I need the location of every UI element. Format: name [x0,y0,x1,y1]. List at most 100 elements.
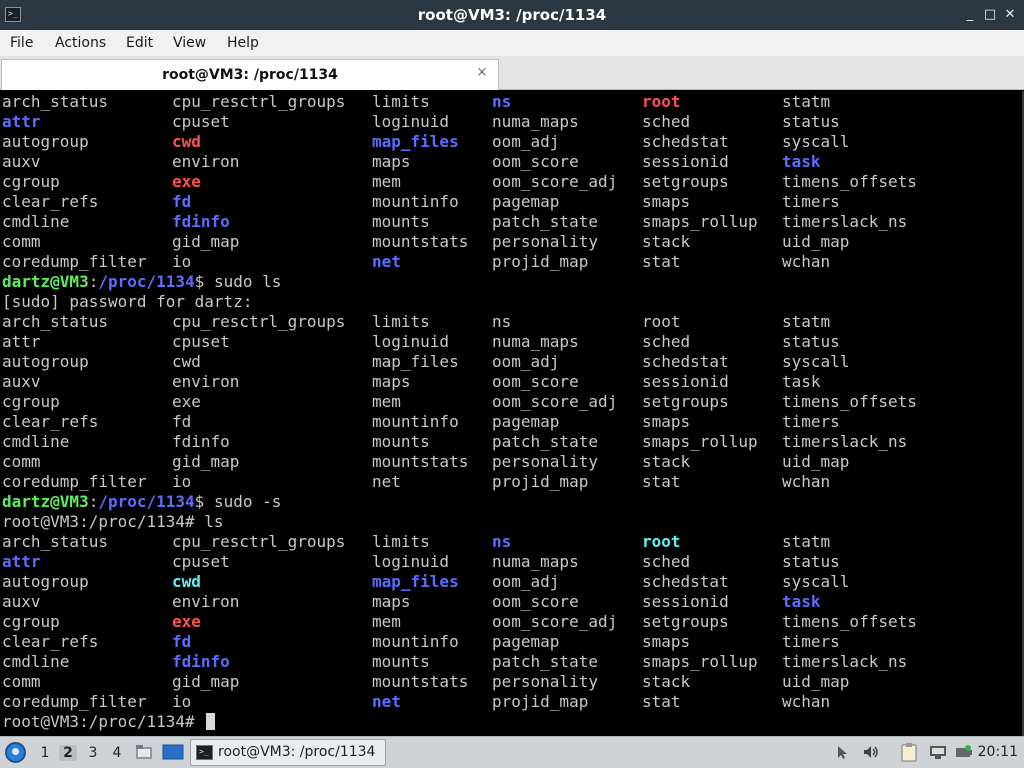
terminal-line: auxv environ maps oom_score sessionid task [2,372,1018,392]
ls-entry: oom_score [492,592,579,611]
ls-entry: projid_map [492,472,589,491]
menu-actions[interactable]: Actions [55,30,106,56]
ls-entry: stat [642,252,681,271]
terminal-line: autogroup cwd map_files oom_adj schedstat sys… [2,572,1018,592]
ls-entry: stat [642,692,681,711]
ls-entry: numa_maps [492,332,579,351]
ls-entry: cwd [172,572,201,591]
ls-entry: auxv [2,152,41,171]
ls-entry: autogroup [2,352,89,371]
ls-entry: numa_maps [492,552,579,571]
ls-entry: gid_map [172,452,240,471]
close-button[interactable]: ✕ [1002,7,1018,23]
tab-terminal[interactable]: root@VM3: /proc/1134 × [1,59,499,90]
ls-entry: mem [372,612,401,631]
ls-entry: environ [172,592,240,611]
window-title: root@VM3: /proc/1134 [417,6,607,24]
ls-entry: mountstats [372,672,469,691]
ls-entry: clear_refs [2,412,99,431]
terminal-view[interactable]: arch_status cpu_resctrl_groups limits ns roo… [0,91,1022,736]
ls-entry: autogroup [2,572,89,591]
ls-entry: smaps [642,412,691,431]
ls-entry: exe [172,612,201,631]
show-desktop-icon[interactable] [162,743,184,761]
ls-entry: root [642,92,681,111]
ls-entry: environ [172,152,240,171]
menu-edit[interactable]: Edit [126,30,153,56]
ls-entry: personality [492,232,598,251]
terminal-line: coredump_filter io net projid_map stat wchan [2,472,1018,492]
ls-entry: uid_map [782,232,850,251]
ls-entry: cmdline [2,432,70,451]
task-label: root@VM3: /proc/1134 [218,744,376,760]
menu-view[interactable]: View [173,30,206,56]
ls-entry: oom_adj [492,352,560,371]
ls-entry: map_files [372,132,459,151]
ls-entry: sessionid [642,372,729,391]
terminal-line: [sudo] password for dartz: [2,292,1018,312]
ls-entry: patch_state [492,212,598,231]
minimize-button[interactable]: _ [962,7,978,23]
maximize-button[interactable]: □ [982,7,998,23]
ls-entry: gid_map [172,232,240,251]
ls-entry: mountinfo [372,192,459,211]
ls-entry: net [372,692,401,711]
ls-entry: statm [782,92,831,111]
ls-entry: mounts [372,652,430,671]
ls-entry: limits [372,312,430,331]
ls-entry: task [782,592,821,611]
ls-entry: schedstat [642,132,729,151]
ls-entry: mounts [372,212,430,231]
ls-entry: cgroup [2,172,60,191]
ls-entry: status [782,332,840,351]
ls-entry: wchan [782,692,831,711]
tab-close-icon[interactable]: × [475,66,489,80]
volume-icon[interactable] [862,744,880,760]
workspace-4[interactable]: 4 [108,745,126,761]
network-icon[interactable] [928,744,948,760]
power-icon[interactable] [955,744,973,760]
ls-entry: syscall [782,572,850,591]
input-icon[interactable] [835,744,851,760]
ls-entry: smaps_rollup [642,432,758,451]
ls-entry: stack [642,232,691,251]
ls-entry: timerslack_ns [782,432,908,451]
ls-entry: limits [372,532,430,551]
app-menu-icon[interactable] [5,742,26,763]
ls-entry: arch_status [2,312,108,331]
file-manager-icon[interactable] [134,742,154,762]
ls-entry: io [172,472,192,491]
taskbar-task-terminal[interactable]: >_ root@VM3: /proc/1134 [190,739,386,766]
ls-entry: setgroups [642,172,729,191]
menu-bar: File Actions Edit View Help [0,30,1024,56]
ls-entry: patch_state [492,652,598,671]
menu-help[interactable]: Help [227,30,259,56]
ls-entry: loginuid [372,332,450,351]
terminal-line: coredump_filter io net projid_map stat wchan [2,252,1018,272]
ls-entry: root [642,312,681,331]
workspace-3[interactable]: 3 [84,745,102,761]
ls-entry: cpu_resctrl_groups [172,92,346,111]
clipboard-icon[interactable] [900,742,918,762]
ls-entry: limits [372,92,430,111]
ls-entry: map_files [372,352,459,371]
workspace-1[interactable]: 1 [36,745,54,761]
ls-entry: numa_maps [492,112,579,131]
ls-entry: comm [2,232,41,251]
menu-file[interactable]: File [10,30,33,56]
ls-entry: mounts [372,432,430,451]
ls-entry: sessionid [642,152,729,171]
ls-entry: coredump_filter [2,252,147,271]
ls-entry: syscall [782,352,850,371]
ls-entry: root [642,532,681,551]
ls-entry: mem [372,392,401,411]
ls-entry: task [782,152,821,171]
prompt-segment: dartz@VM3 [2,492,89,511]
terminal-line: arch_status cpu_resctrl_groups limits ns roo… [2,312,1018,332]
workspace-2[interactable]: 2 [59,745,77,761]
ls-entry: setgroups [642,612,729,631]
ls-entry: projid_map [492,252,589,271]
terminal-line: attr cpuset loginuid numa_maps sched status [2,112,1018,132]
ls-entry: cpu_resctrl_groups [172,312,346,331]
ls-entry: stat [642,472,681,491]
